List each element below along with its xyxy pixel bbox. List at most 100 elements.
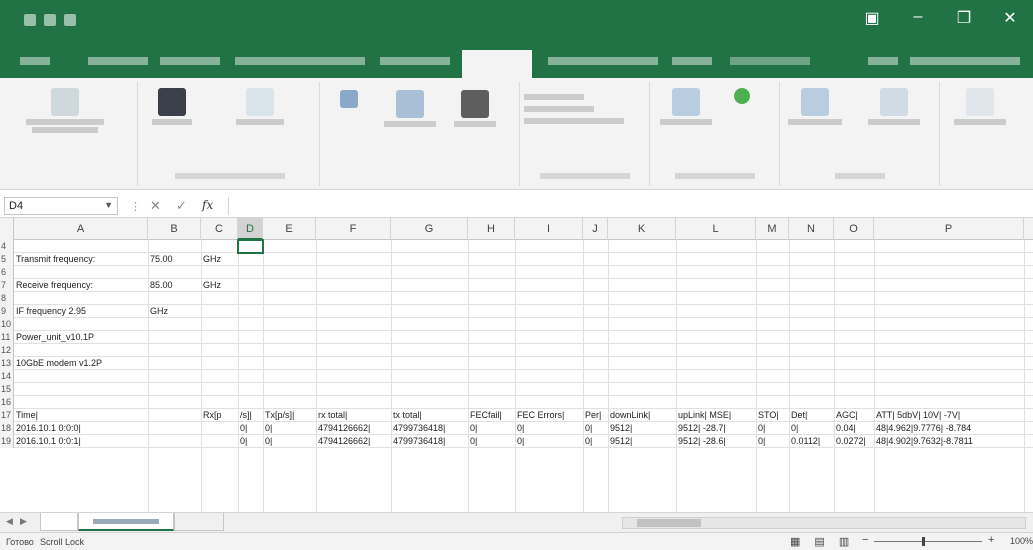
select-all-corner[interactable] bbox=[0, 218, 14, 240]
cell-l17[interactable]: upLink| MSE| bbox=[676, 409, 731, 422]
cell-p19[interactable]: 48|4.902|9.7632|-8.7811 bbox=[874, 435, 973, 448]
row-header[interactable]: 14 bbox=[0, 370, 14, 383]
zoom-knob[interactable] bbox=[922, 537, 925, 546]
row-header[interactable]: 7 bbox=[0, 279, 14, 292]
cell-d17[interactable]: /s]| bbox=[238, 409, 252, 422]
column-header-b[interactable]: B bbox=[148, 218, 201, 240]
column-header-m[interactable]: M bbox=[756, 218, 789, 240]
ribbon-options-icon[interactable]: ▣ bbox=[849, 8, 895, 28]
cell-f17[interactable]: rx total| bbox=[316, 409, 347, 422]
cell-k19[interactable]: 9512| bbox=[608, 435, 632, 448]
cell-m19[interactable]: 0| bbox=[756, 435, 765, 448]
cell-b7[interactable]: 85.00 bbox=[148, 279, 173, 292]
undo-icon[interactable] bbox=[44, 14, 56, 26]
cell-n17[interactable]: Det| bbox=[789, 409, 807, 422]
cell-a7[interactable]: Receive frequency: bbox=[14, 279, 93, 292]
row-header[interactable]: 11 bbox=[0, 331, 14, 344]
row-header[interactable]: 19 bbox=[0, 435, 14, 448]
clear-button[interactable] bbox=[524, 88, 634, 130]
cell-g19[interactable]: 4799736418| bbox=[391, 435, 445, 448]
horizontal-scrollbar[interactable] bbox=[622, 517, 1026, 529]
row-header[interactable]: 8 bbox=[0, 292, 14, 305]
page-break-view-icon[interactable]: ▥ bbox=[839, 535, 849, 548]
sheet-nav-left-icon[interactable]: ◀ bbox=[6, 516, 13, 527]
row-header[interactable]: 9 bbox=[0, 305, 14, 318]
row-header[interactable]: 6 bbox=[0, 266, 14, 279]
cell-h17[interactable]: FECfail| bbox=[468, 409, 502, 422]
active-cell-selection[interactable] bbox=[237, 239, 264, 254]
tab-file[interactable] bbox=[20, 57, 50, 65]
row-header[interactable]: 15 bbox=[0, 383, 14, 396]
cell-n19[interactable]: 0.0112| bbox=[789, 435, 820, 448]
column-header-e[interactable]: E bbox=[263, 218, 316, 240]
cell-j17[interactable]: Per| bbox=[583, 409, 601, 422]
column-header-a[interactable]: A bbox=[14, 218, 148, 240]
sort-az-button[interactable] bbox=[334, 90, 364, 111]
cell-h19[interactable]: 0| bbox=[468, 435, 477, 448]
normal-view-icon[interactable]: ▦ bbox=[790, 535, 800, 548]
cell-g18[interactable]: 4799736418| bbox=[391, 422, 445, 435]
redo-icon[interactable] bbox=[64, 14, 76, 26]
zoom-slider[interactable]: − + 100% bbox=[862, 534, 1033, 548]
cell-o18[interactable]: 0.04| bbox=[834, 422, 856, 435]
row-header[interactable]: 5 bbox=[0, 253, 14, 266]
column-header-p[interactable]: P bbox=[874, 218, 1024, 240]
tab-data[interactable] bbox=[462, 50, 532, 78]
cell-e19[interactable]: 0| bbox=[263, 435, 272, 448]
cell-f18[interactable]: 4794126662| bbox=[316, 422, 370, 435]
tab-tell-me[interactable] bbox=[730, 57, 810, 65]
row-header[interactable]: 13 bbox=[0, 357, 14, 370]
sheet-tab-active[interactable] bbox=[78, 513, 174, 531]
cell-b5[interactable]: 75.00 bbox=[148, 253, 173, 266]
zoom-track[interactable] bbox=[874, 541, 982, 542]
cell-f19[interactable]: 4794126662| bbox=[316, 435, 370, 448]
column-header-g[interactable]: G bbox=[391, 218, 468, 240]
cell-i17[interactable]: FEC Errors| bbox=[515, 409, 564, 422]
sheet-nav-right-icon[interactable]: ▶ bbox=[20, 516, 27, 527]
column-header-n[interactable]: N bbox=[789, 218, 834, 240]
save-icon[interactable] bbox=[24, 14, 36, 26]
cell-h18[interactable]: 0| bbox=[468, 422, 477, 435]
what-if-button[interactable] bbox=[784, 88, 846, 127]
column-header-o[interactable]: O bbox=[834, 218, 874, 240]
row-header[interactable]: 10 bbox=[0, 318, 14, 331]
enter-icon[interactable]: ✓ bbox=[176, 198, 187, 214]
cell-g17[interactable]: tx total| bbox=[391, 409, 422, 422]
cell-l19[interactable]: 9512| -28.6| bbox=[676, 435, 726, 448]
tab-review[interactable] bbox=[548, 57, 658, 65]
tab-insert[interactable] bbox=[160, 57, 220, 65]
cell-o17[interactable]: AGC| bbox=[834, 409, 858, 422]
zoom-in-icon[interactable]: + bbox=[988, 534, 994, 546]
cell-i18[interactable]: 0| bbox=[515, 422, 524, 435]
column-header-c[interactable]: C bbox=[201, 218, 238, 240]
cell-l18[interactable]: 9512| -28.7| bbox=[676, 422, 726, 435]
text-to-columns-button[interactable] bbox=[656, 88, 716, 127]
cell-a18[interactable]: 2016.10.1 0:0:0| bbox=[14, 422, 81, 435]
cell-d18[interactable]: 0| bbox=[238, 422, 247, 435]
filter-button[interactable] bbox=[450, 90, 500, 129]
outline-button[interactable] bbox=[950, 88, 1010, 127]
cell-k17[interactable]: downLink| bbox=[608, 409, 650, 422]
scroll-thumb[interactable] bbox=[637, 519, 701, 527]
cell-e17[interactable]: Tx[p/s]| bbox=[263, 409, 294, 422]
cell-o19[interactable]: 0.0272| bbox=[834, 435, 866, 448]
column-header-h[interactable]: H bbox=[468, 218, 515, 240]
column-header-i[interactable]: I bbox=[515, 218, 583, 240]
cell-c7[interactable]: GHz bbox=[201, 279, 221, 292]
restore-button[interactable]: ❐ bbox=[941, 8, 987, 28]
cell-m18[interactable]: 0| bbox=[756, 422, 765, 435]
get-data-button[interactable] bbox=[20, 88, 110, 135]
row-header[interactable]: 4 bbox=[0, 240, 14, 253]
row-header[interactable]: 17 bbox=[0, 409, 14, 422]
cell-j19[interactable]: 0| bbox=[583, 435, 592, 448]
tab-formulas[interactable] bbox=[380, 57, 450, 65]
minimize-button[interactable]: – bbox=[895, 8, 941, 28]
tab-share[interactable] bbox=[910, 57, 1020, 65]
cell-c5[interactable]: GHz bbox=[201, 253, 221, 266]
row-header[interactable]: 12 bbox=[0, 344, 14, 357]
cell-a19[interactable]: 2016.10.1 0:0:1| bbox=[14, 435, 81, 448]
insert-function-icon[interactable]: fx bbox=[202, 198, 213, 212]
cell-i19[interactable]: 0| bbox=[515, 435, 524, 448]
cell-k18[interactable]: 9512| bbox=[608, 422, 632, 435]
data-validation-button[interactable] bbox=[722, 88, 762, 107]
